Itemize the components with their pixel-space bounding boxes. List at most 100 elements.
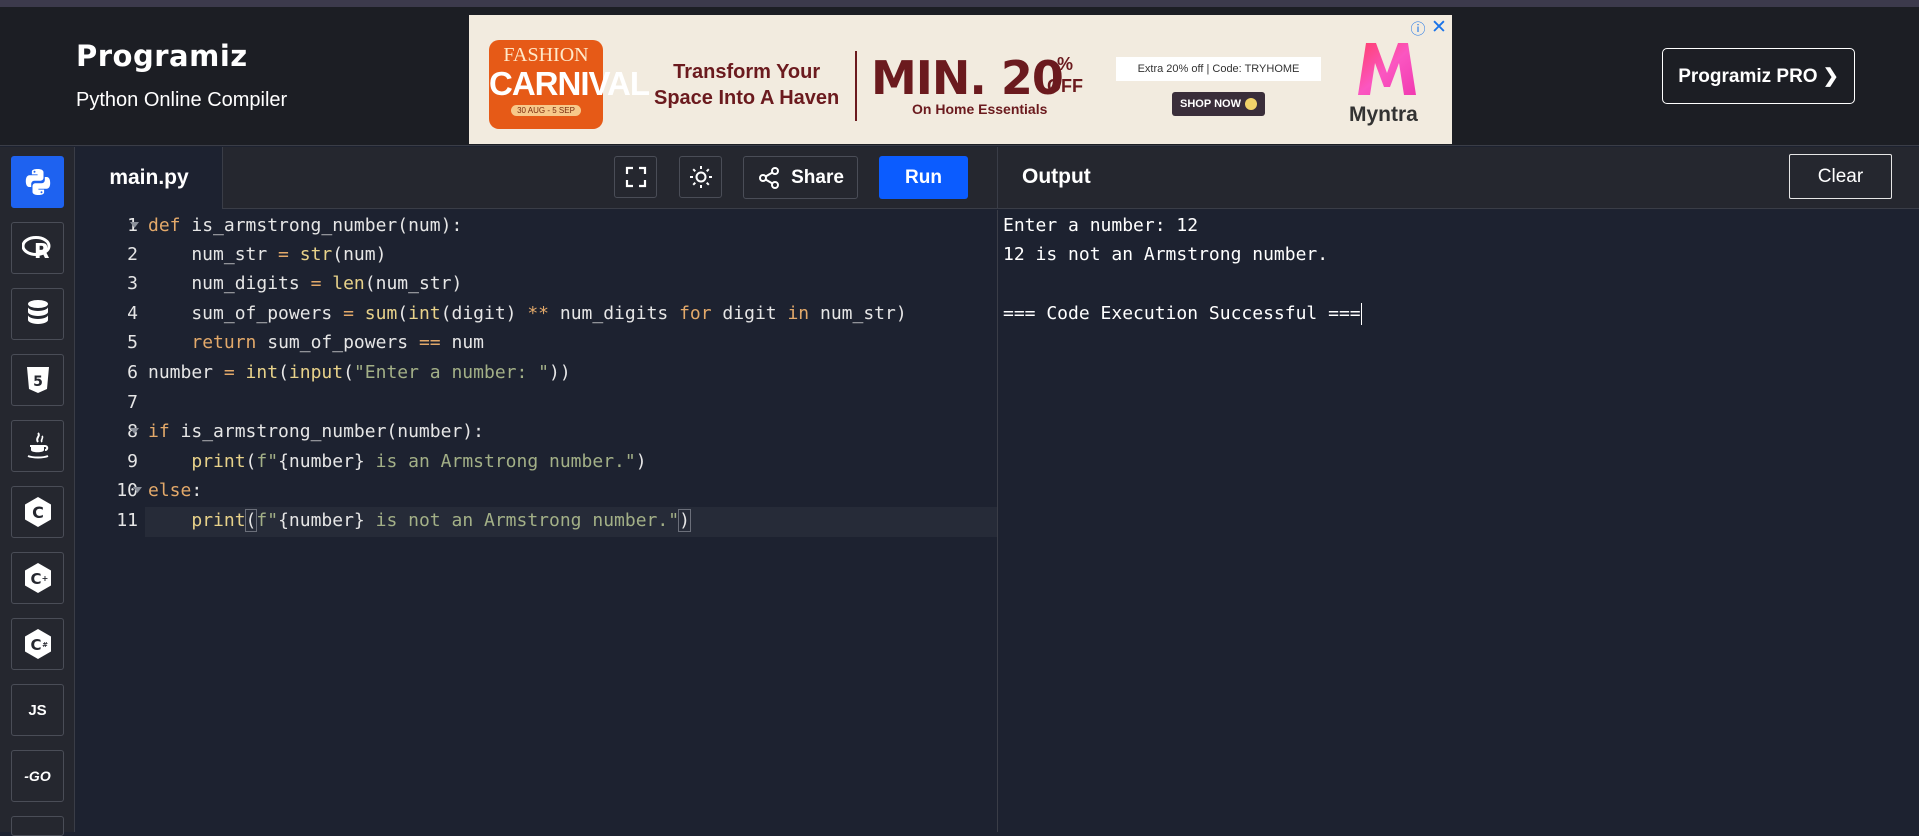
editor-toolbar: main.py Share Run [76,147,997,209]
svg-text:C: C [30,570,41,588]
window-top-strip [0,0,1919,7]
line-number: 9 [127,451,138,472]
output-line: Enter a number: 12 [1003,215,1199,236]
line-number: 4 [127,303,138,324]
code-editor[interactable]: 1 2 3 4 5 6 7 8 9 10 11 def is_armstrong… [76,210,997,832]
ad-headline: Transform Your Space Into A Haven [654,59,839,111]
code-line: return sum_of_powers == num [191,332,484,353]
line-number: 5 [127,332,138,353]
svg-text:C: C [32,503,44,522]
ad-headline-line-2: Space Into A Haven [654,87,840,109]
ad-badge-main-text: CARNIVAL [489,65,650,102]
r-icon: R [21,236,50,261]
language-sidebar: R 5 C C + C # JS -GO [0,147,75,836]
arrow-circle-icon [1244,98,1257,110]
code-line: if is_armstrong_number(number): [148,421,484,442]
java-icon [27,432,48,459]
code-line: print(f"{number} is an Armstrong number.… [191,451,647,472]
fullscreen-button[interactable] [614,156,657,198]
sidebar-item-c[interactable]: C [11,486,64,538]
output-title: Output [1022,165,1091,188]
tab-main-py[interactable]: main.py [76,147,223,209]
line-number: 8 [127,421,138,442]
code-line: number = int(input("Enter a number: ")) [148,362,571,383]
cpp-icon: C + [24,563,51,593]
ad-promo-code: Extra 20% off | Code: TRYHOME [1116,57,1321,81]
run-button[interactable]: Run [879,156,968,199]
ad-close-icon[interactable]: ✕ [1429,16,1449,38]
text-cursor [1360,303,1362,325]
sidebar-item-csharp[interactable]: C # [11,618,64,670]
code-line: num_digits = len(num_str) [148,273,463,294]
fold-arrow-icon[interactable] [133,487,142,494]
line-number: 3 [127,273,138,294]
sun-icon [689,166,712,188]
sidebar-item-python[interactable] [11,156,64,208]
html5-icon: 5 [26,367,49,393]
sidebar-item-java[interactable] [11,420,64,472]
output-line: 12 is not an Armstrong number. [1003,244,1329,265]
line-number: 7 [127,392,138,413]
line-number: 6 [127,362,138,383]
csharp-icon: C # [24,629,51,659]
page-title: Python Online Compiler [76,89,288,111]
output-toolbar: Output Clear [997,147,1919,209]
line-number: 2 [127,244,138,265]
svg-text:#: # [42,641,48,649]
line-number: 1 [127,215,138,236]
ad-fashion-carnival-badge: FASHION CARNIVAL 30 AUG - 5 SEP [489,40,650,129]
c-icon: C [24,497,51,527]
sidebar-item-html[interactable]: 5 [11,354,64,406]
ad-badge-top-text: FASHION [503,44,589,66]
line-number: 11 [116,510,138,531]
ad-off-text: OFF [1047,76,1083,96]
share-label: Share [791,166,844,188]
myntra-logo-icon [1358,43,1416,95]
code-line: num_str = str(num) [148,244,387,265]
js-icon: JS [28,701,47,719]
python-icon [25,169,50,195]
ad-headline-line-1: Transform Your [673,61,821,83]
code-line: def is_armstrong_number(num): [148,215,463,236]
site-header: Programiz Python Online Compiler FASHION… [0,7,1919,146]
fullscreen-icon [625,166,646,188]
share-icon [759,166,780,189]
ad-percent-sign: % [1056,54,1073,74]
ad-banner[interactable]: FASHION CARNIVAL 30 AUG - 5 SEP Transfor… [469,15,1452,144]
ad-info-icon[interactable]: ⓘ [1408,18,1428,38]
ad-badge-dates: 30 AUG - 5 SEP [511,105,581,116]
sidebar-item-sql[interactable] [11,288,64,340]
ad-subtext: On Home Essentials [912,101,1048,117]
programiz-pro-button[interactable]: Programiz PRO ❯ [1662,48,1855,104]
programiz-logo[interactable]: Programiz [76,39,248,73]
sidebar-item-cpp[interactable]: C + [11,552,64,604]
ad-discount-text: MIN. 20 [871,51,1064,105]
output-console[interactable]: Enter a number: 12 12 is not an Armstron… [997,210,1919,832]
share-button[interactable]: Share [743,156,858,199]
svg-text:5: 5 [33,374,43,390]
clear-button[interactable]: Clear [1789,154,1892,199]
code-line: else: [148,480,203,501]
fold-arrow-icon[interactable] [130,428,139,435]
fold-arrow-icon[interactable] [130,222,139,229]
ad-discount-suffix: % OFF [1047,53,1083,97]
ad-shop-now-button[interactable]: SHOP NOW [1172,92,1265,116]
sidebar-item-javascript[interactable]: JS [11,684,64,736]
theme-toggle-button[interactable] [679,156,722,198]
line-number: 10 [116,480,138,501]
go-icon: -GO [24,768,51,784]
svg-text:R: R [34,239,49,261]
sidebar-item-r[interactable]: R [11,222,64,274]
output-success-text: === Code Execution Successful === [1003,303,1361,324]
svg-text:C: C [30,636,41,654]
code-line: sum_of_powers = sum(int(digit) ** num_di… [148,303,907,324]
sidebar-item-go[interactable]: -GO [11,750,64,802]
database-icon [27,300,48,324]
ad-divider [855,51,857,121]
ad-brand-name: Myntra [1349,103,1418,126]
svg-text:+: + [41,574,48,583]
ad-shop-now-label: SHOP NOW [1180,98,1241,110]
sidebar-item-more[interactable] [11,816,64,836]
output-line-last: === Code Execution Successful === [1003,299,1362,328]
code-line: print(f"{number} is not an Armstrong num… [191,509,691,532]
